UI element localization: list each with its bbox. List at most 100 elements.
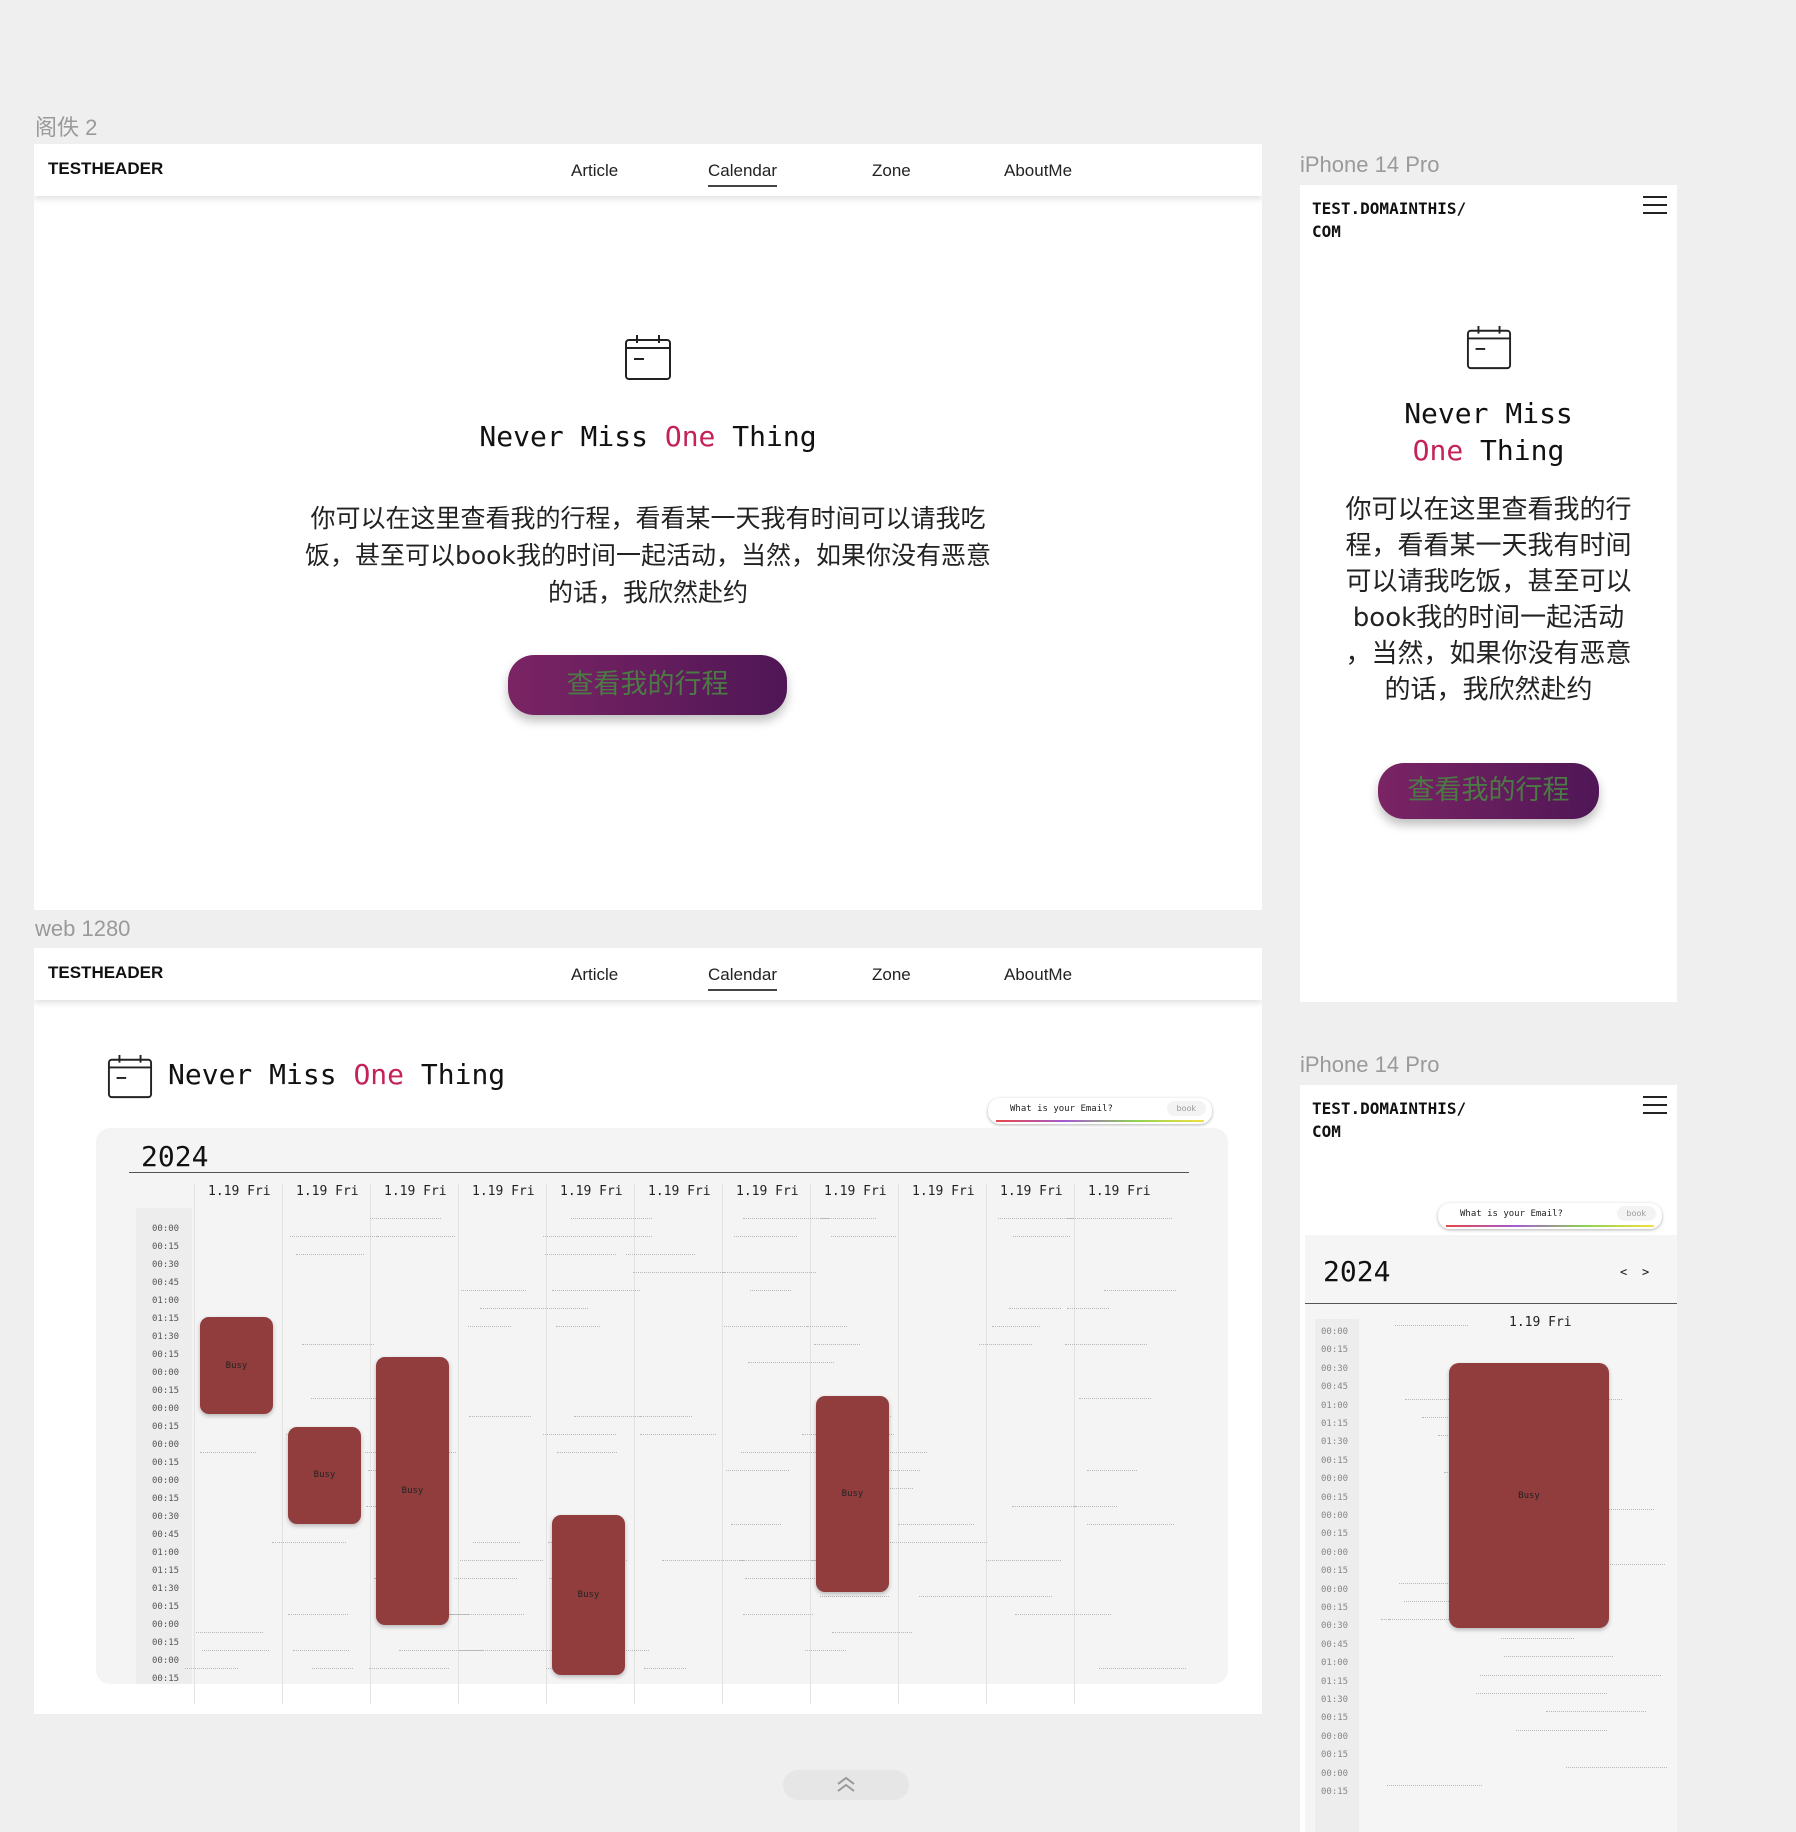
slot-gridline bbox=[469, 1416, 532, 1417]
slot-gridline bbox=[472, 1542, 520, 1543]
email-booking-field[interactable]: What is your Email? book bbox=[988, 1098, 1212, 1124]
mobile-hero-description: 你可以在这里查看我的行 程，看看某一天我有时间 可以请我吃饭，甚至可以 book我的时… bbox=[1320, 492, 1657, 708]
day-column-divider bbox=[810, 1184, 811, 1704]
mobile-description-line: 可以请我吃饭，甚至可以 bbox=[1345, 567, 1632, 597]
slot-gridline bbox=[571, 1218, 653, 1219]
frame-label-4: iPhone 14 Pro bbox=[1300, 1052, 1440, 1077]
slot-gridline bbox=[726, 1470, 789, 1471]
time-label: 01:30 bbox=[1321, 1695, 1349, 1705]
slot-gridline bbox=[1011, 1506, 1076, 1507]
busy-label: Busy bbox=[577, 1590, 600, 1600]
slot-gridline bbox=[819, 1596, 890, 1597]
calendar-icon bbox=[1466, 325, 1512, 370]
slot-gridline bbox=[625, 1254, 695, 1255]
busy-block[interactable]: Busy bbox=[1449, 1363, 1609, 1628]
day-header: 1.19 Fri bbox=[208, 1184, 271, 1199]
slot-gridline bbox=[919, 1596, 1008, 1597]
slot-gridline bbox=[1066, 1218, 1172, 1219]
email-input[interactable]: What is your Email? bbox=[1010, 1104, 1113, 1114]
slot-gridline bbox=[1381, 1619, 1443, 1621]
slot-gridline bbox=[1480, 1674, 1575, 1676]
header-brand[interactable]: TESTHEADER bbox=[48, 159, 163, 179]
calendar-panel: 2024 1.19 Fri 1.19 Fri 1.19 Fri 1.19 Fri 1.1… bbox=[96, 1128, 1228, 1704]
nav-calendar[interactable]: Calendar bbox=[708, 161, 777, 187]
slot-gridline bbox=[998, 1218, 1073, 1219]
slot-gridline bbox=[1013, 1236, 1070, 1237]
email-booking-field[interactable]: What is your Email? book bbox=[1438, 1203, 1662, 1229]
time-label: 00:15 bbox=[152, 1638, 180, 1648]
slot-gridline bbox=[460, 1290, 526, 1291]
email-input[interactable]: What is your Email? bbox=[1460, 1209, 1563, 1219]
hero-title: Never Miss One Thing bbox=[479, 420, 817, 453]
nav-article[interactable]: Article bbox=[571, 161, 618, 181]
time-label: 01:00 bbox=[152, 1548, 180, 1558]
slot-gridline bbox=[1073, 1506, 1118, 1507]
time-label: 01:15 bbox=[1321, 1419, 1349, 1429]
slot-gridline bbox=[747, 1362, 835, 1363]
time-label: 00:30 bbox=[152, 1260, 180, 1270]
title-highlight: One bbox=[353, 1058, 405, 1091]
busy-block[interactable]: Busy bbox=[552, 1515, 625, 1675]
view-schedule-button[interactable]: 查看我的行程 bbox=[508, 655, 787, 715]
hamburger-icon[interactable] bbox=[1643, 1096, 1667, 1114]
busy-block[interactable]: Busy bbox=[816, 1396, 889, 1593]
frame-label-2: web 1280 bbox=[35, 916, 131, 941]
nav-zone[interactable]: Zone bbox=[872, 965, 911, 985]
day-header: 1.19 Fri bbox=[560, 1184, 623, 1199]
slot-gridline bbox=[723, 1326, 820, 1327]
time-label: 00:00 bbox=[1321, 1547, 1349, 1558]
nav-aboutme[interactable]: AboutMe bbox=[1004, 161, 1072, 181]
time-label: 00:15 bbox=[152, 1422, 180, 1432]
time-label: 00:15 bbox=[1321, 1787, 1349, 1797]
time-label: 00:30 bbox=[1321, 1363, 1349, 1374]
slot-gridline bbox=[661, 1560, 744, 1561]
prev-day-button[interactable]: < bbox=[1620, 1265, 1627, 1279]
next-day-button[interactable]: > bbox=[1642, 1265, 1649, 1279]
slot-gridline bbox=[453, 1578, 517, 1579]
slot-gridline bbox=[287, 1614, 348, 1615]
time-label: 00:15 bbox=[1321, 1455, 1349, 1466]
slot-gridline bbox=[741, 1452, 816, 1453]
time-label: 00:00 bbox=[1321, 1768, 1349, 1779]
time-label: 01:30 bbox=[152, 1332, 180, 1342]
slot-gridline bbox=[296, 1254, 365, 1255]
slot-gridline bbox=[376, 1236, 456, 1237]
mobile-brand[interactable]: TEST.DOMAINTHIS/COM bbox=[1312, 197, 1466, 243]
time-label: 00:00 bbox=[152, 1620, 180, 1630]
time-label: 00:15 bbox=[152, 1386, 180, 1396]
site-header: TESTHEADER Article Calendar Zone AboutMe bbox=[34, 948, 1262, 1000]
day-header: 1.19 Fri bbox=[1000, 1184, 1063, 1199]
slot-gridline bbox=[978, 1344, 1032, 1345]
slot-gridline bbox=[1387, 1785, 1482, 1786]
slot-gridline bbox=[888, 1542, 988, 1543]
nav-zone[interactable]: Zone bbox=[872, 161, 911, 181]
day-column-divider bbox=[546, 1184, 547, 1704]
scroll-to-top-button[interactable] bbox=[783, 1770, 909, 1800]
busy-block[interactable]: Busy bbox=[288, 1426, 361, 1524]
slot-gridline bbox=[750, 1290, 791, 1291]
nav-article[interactable]: Article bbox=[571, 965, 618, 985]
nav-aboutme[interactable]: AboutMe bbox=[1004, 965, 1072, 985]
hamburger-icon[interactable] bbox=[1643, 196, 1667, 214]
slot-gridline bbox=[639, 1416, 693, 1417]
nav-calendar[interactable]: Calendar bbox=[708, 965, 777, 991]
time-label: 00:45 bbox=[152, 1278, 180, 1288]
book-button[interactable]: book bbox=[1616, 1206, 1656, 1221]
time-label: 01:30 bbox=[1321, 1437, 1349, 1448]
busy-label: Busy bbox=[841, 1489, 864, 1500]
time-label: 00:15 bbox=[1321, 1603, 1349, 1613]
book-button[interactable]: book bbox=[1166, 1101, 1206, 1116]
time-label: 00:00 bbox=[1321, 1584, 1349, 1595]
mobile-brand[interactable]: TEST.DOMAINTHIS/COM bbox=[1312, 1097, 1466, 1143]
mobile-description-line: book我的时间一起活动 bbox=[1352, 603, 1625, 633]
time-label: 00:00 bbox=[1321, 1474, 1349, 1485]
busy-block[interactable]: Busy bbox=[376, 1356, 449, 1625]
slot-gridline bbox=[201, 1650, 269, 1651]
time-label: 00:15 bbox=[152, 1494, 180, 1504]
day-column-divider bbox=[370, 1184, 371, 1704]
busy-block[interactable]: Busy bbox=[200, 1317, 273, 1414]
view-schedule-button[interactable]: 查看我的行程 bbox=[1378, 763, 1599, 819]
email-underline bbox=[1446, 1225, 1654, 1227]
slot-gridline bbox=[730, 1524, 782, 1525]
header-brand[interactable]: TESTHEADER bbox=[48, 963, 163, 983]
